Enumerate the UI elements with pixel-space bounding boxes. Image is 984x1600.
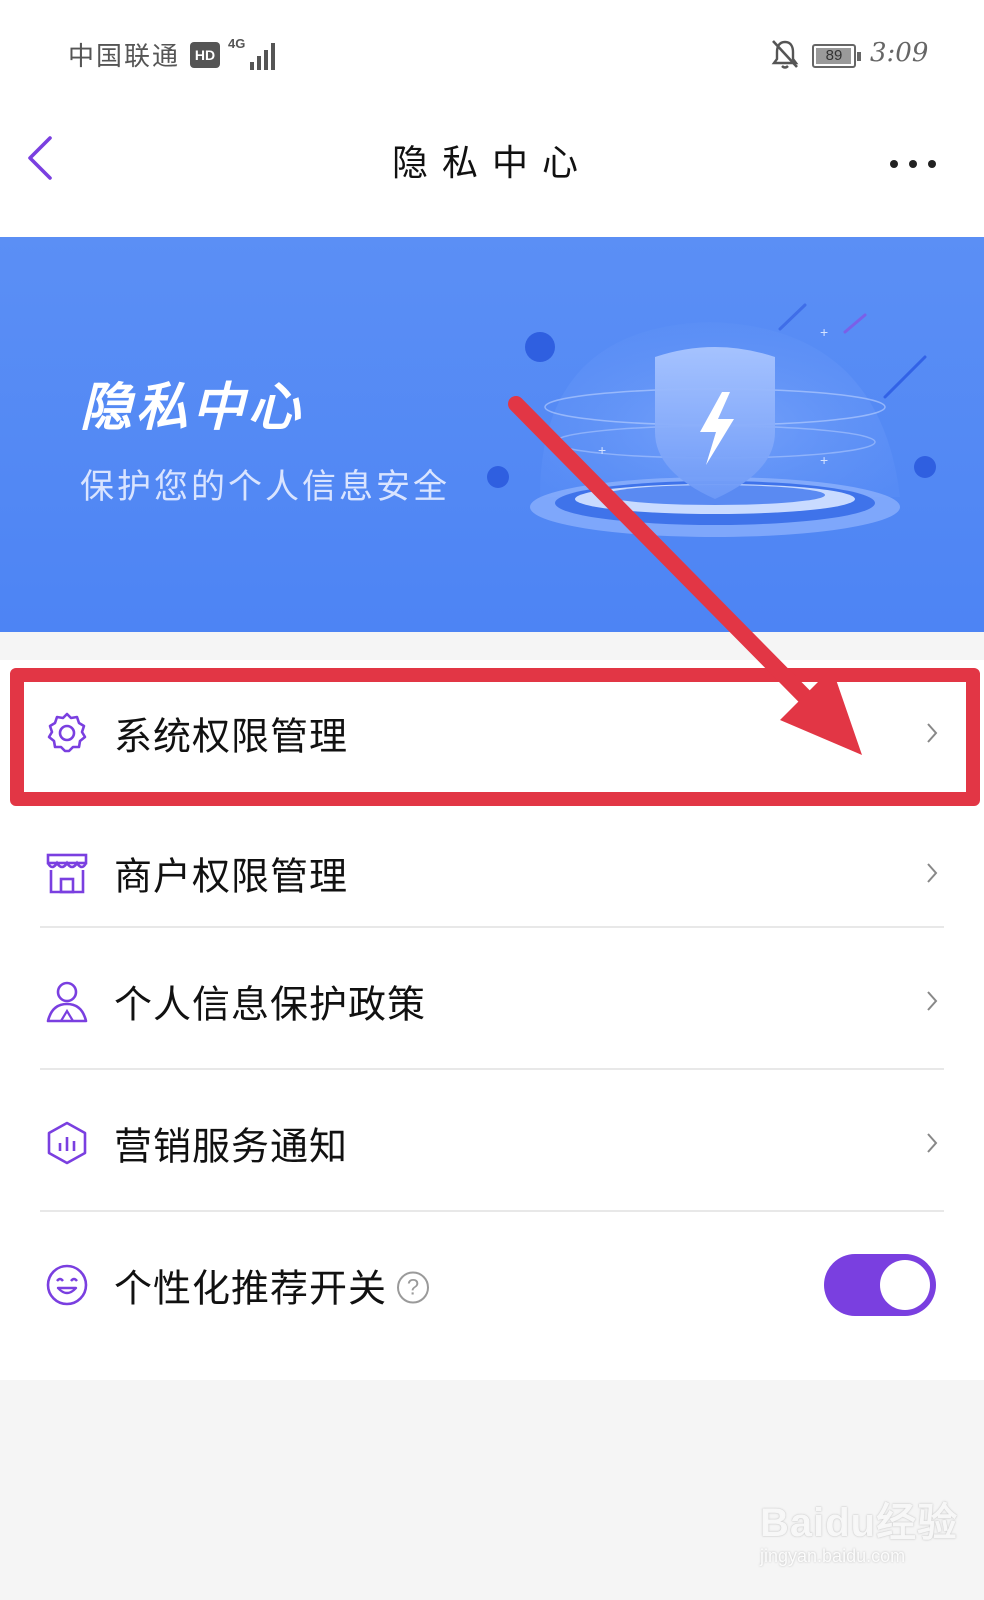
hero-banner: 隐私中心 保护您的个人信息安全 + + + bbox=[0, 237, 984, 632]
menu-item-marketing-notifications[interactable]: 营销服务通知 bbox=[0, 1070, 984, 1215]
svg-text:+: + bbox=[598, 442, 606, 458]
watermark: Baidu经验 jingyan.baidu.com bbox=[760, 1490, 970, 1580]
watermark-url: jingyan.baidu.com bbox=[760, 1546, 906, 1566]
menu-item-label: 营销服务通知 bbox=[114, 1124, 349, 1168]
chevron-right-icon bbox=[927, 862, 938, 883]
menu-item-personalized-recommendation: 个性化推荐开关? bbox=[0, 1212, 984, 1357]
watermark-logo: Baidu经验 bbox=[760, 1501, 959, 1545]
shield-illustration-icon: + + + bbox=[487, 303, 936, 537]
menu-item-label: 个人信息保护政策 bbox=[114, 982, 427, 1026]
bell-muted-icon bbox=[771, 40, 799, 69]
personalized-recommendation-toggle[interactable] bbox=[824, 1253, 936, 1316]
signal-icon bbox=[246, 40, 278, 70]
clock: 3:09 bbox=[870, 38, 929, 68]
menu-item-label: 个性化推荐开关? bbox=[114, 1257, 430, 1312]
highlight-box bbox=[10, 668, 980, 806]
hd-badge: HD bbox=[190, 42, 220, 68]
store-icon bbox=[46, 853, 88, 893]
toggle-knob bbox=[880, 1259, 930, 1310]
menu-item-label-text: 个性化推荐开关 bbox=[114, 1266, 388, 1310]
title-bar: 隐私中心 bbox=[0, 110, 984, 237]
svg-text:+: + bbox=[820, 324, 828, 340]
user-icon bbox=[46, 981, 88, 1022]
chart-hexagon-icon bbox=[47, 1121, 87, 1164]
menu-item-label: 商户权限管理 bbox=[114, 854, 349, 898]
status-bar: 中国联通 HD 4G 89 3:09 bbox=[0, 0, 984, 110]
menu-item-privacy-policy[interactable]: 个人信息保护政策 bbox=[0, 928, 984, 1073]
help-icon[interactable]: ? bbox=[397, 1271, 430, 1304]
battery-level: 89 bbox=[825, 47, 843, 64]
chevron-right-icon bbox=[927, 1132, 938, 1153]
page-title: 隐私中心 bbox=[391, 143, 592, 184]
smile-icon bbox=[46, 1264, 88, 1305]
more-options-icon[interactable] bbox=[890, 154, 950, 174]
banner-title: 隐私中心 bbox=[80, 378, 305, 438]
network-type: 4G bbox=[228, 36, 246, 51]
chevron-right-icon bbox=[927, 990, 938, 1011]
battery-icon: 89 bbox=[812, 44, 861, 68]
carrier-name: 中国联通 bbox=[68, 42, 181, 72]
svg-text:+: + bbox=[820, 452, 828, 468]
menu-item-merchant-permissions[interactable]: 商户权限管理 bbox=[0, 800, 984, 945]
banner-subtitle: 保护您的个人信息安全 bbox=[80, 467, 450, 507]
